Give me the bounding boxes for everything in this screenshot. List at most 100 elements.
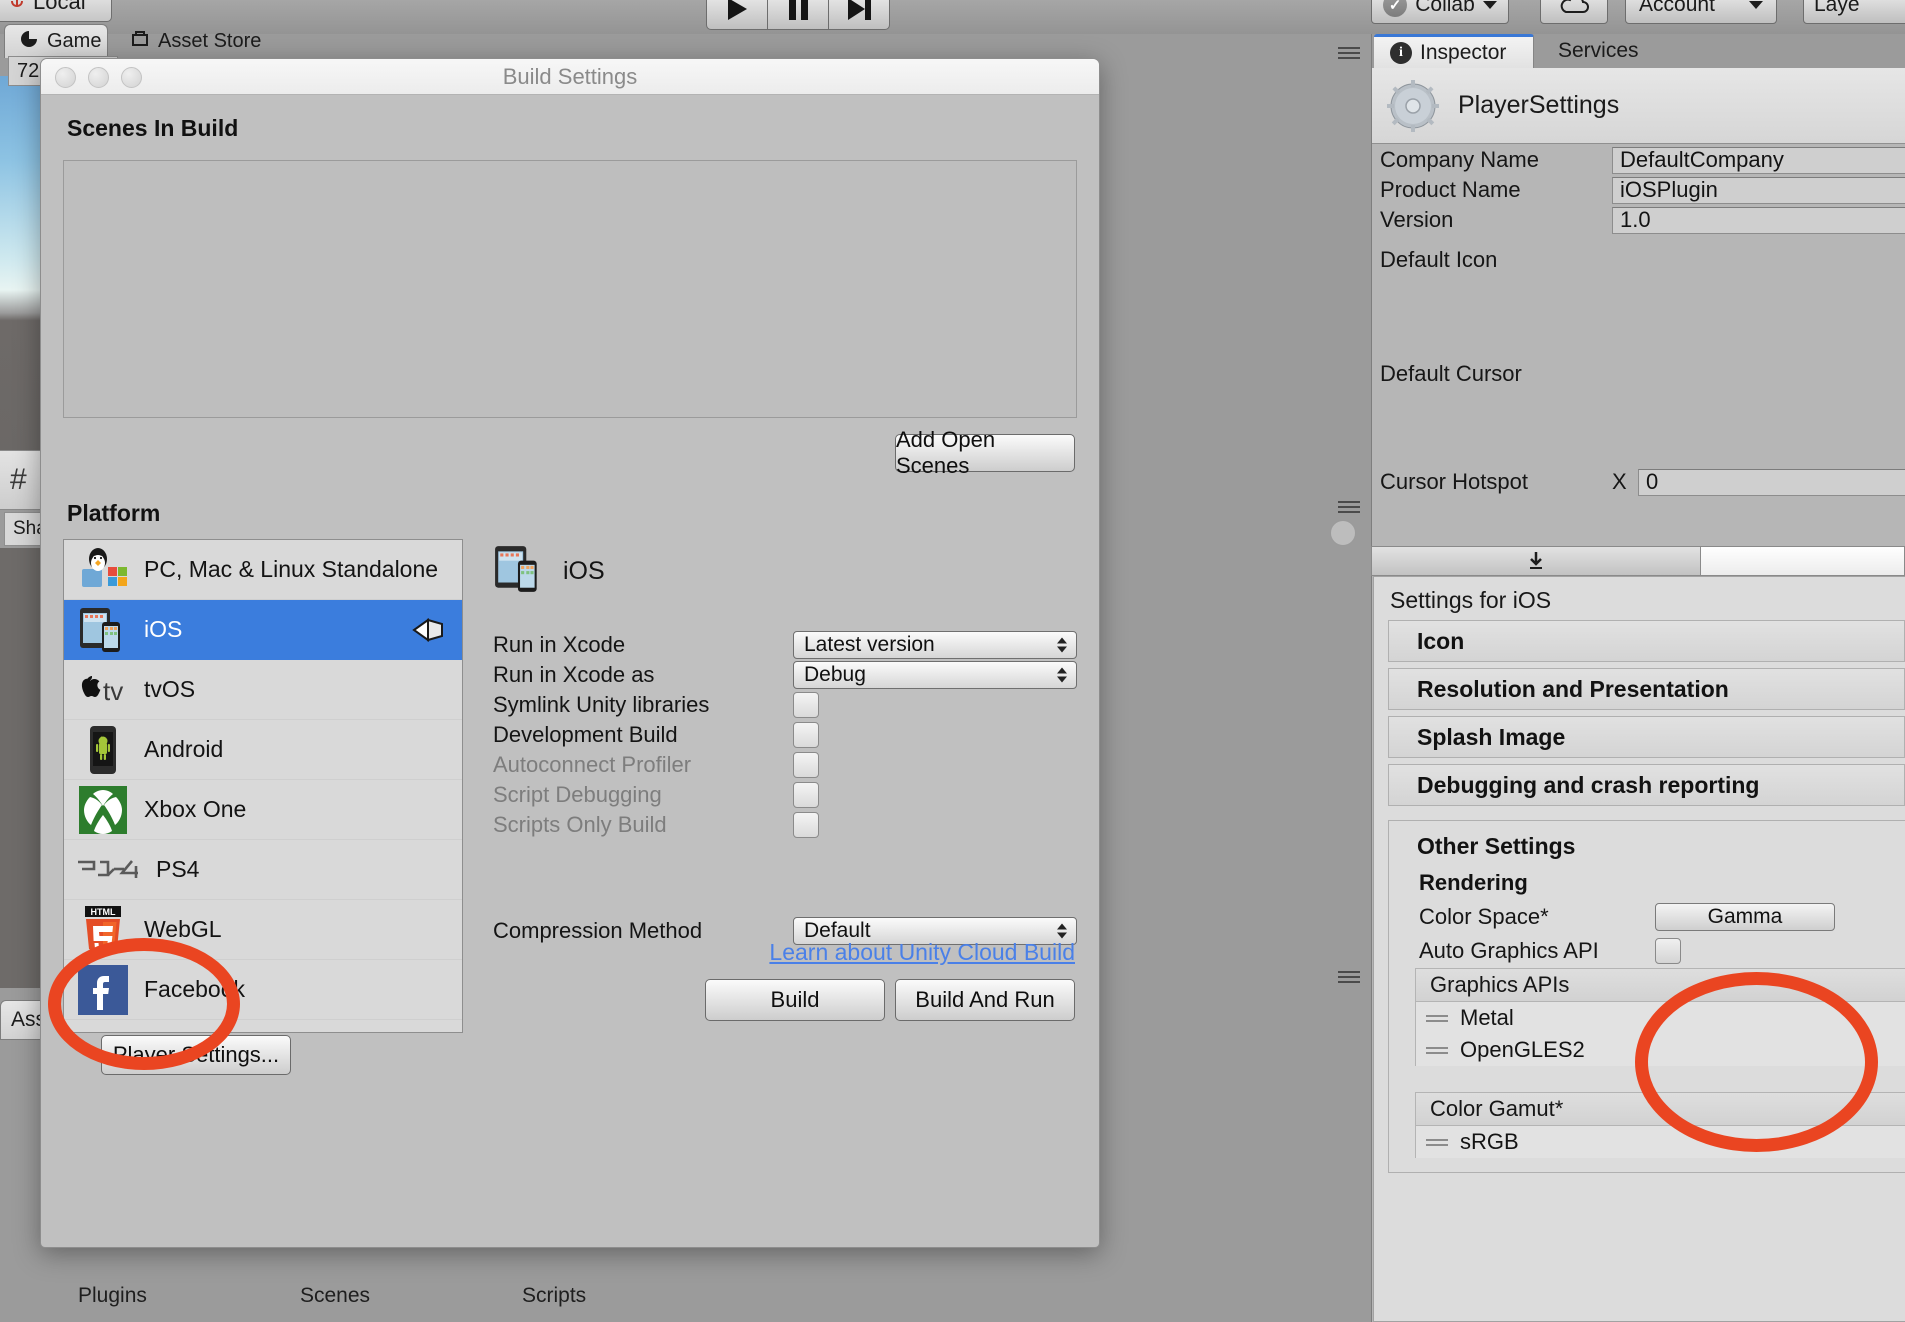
section-resolution-and-presentation[interactable]: Resolution and Presentation	[1388, 668, 1905, 710]
run-in-xcode-dropdown[interactable]: Latest version	[793, 631, 1077, 659]
run-in-xcode-label: Run in Xcode	[493, 632, 626, 657]
tvos-icon: tv	[76, 665, 130, 715]
panel-menu-icon-1[interactable]	[1338, 44, 1360, 60]
property-row-product-name: Product Name iOSPlugin	[1372, 175, 1905, 205]
section-resolution-label: Resolution and Presentation	[1417, 675, 1729, 702]
cloud-button[interactable]	[1540, 0, 1608, 24]
unity-cloud-build-link[interactable]: Learn about Unity Cloud Build	[769, 939, 1099, 966]
tab-inspector[interactable]: i Inspector	[1374, 34, 1534, 68]
auto-graphics-api-checkbox[interactable]	[1655, 938, 1681, 964]
tab-services[interactable]: Services	[1542, 34, 1655, 68]
pause-button[interactable]	[767, 0, 829, 30]
color-gamut-label: sRGB	[1460, 1129, 1519, 1154]
symlink-unity-libraries-checkbox[interactable]	[793, 692, 819, 718]
column-scenes: Scenes	[300, 1284, 371, 1307]
add-open-scenes-button[interactable]: Add Open Scenes	[895, 427, 1075, 478]
section-debugging-and-crash-reporting[interactable]: Debugging and crash reporting	[1388, 764, 1905, 806]
minimize-icon[interactable]	[88, 67, 109, 88]
inspector-title: PlayerSettings	[1458, 91, 1620, 119]
tab-asset-store[interactable]: Asset Store	[116, 24, 275, 58]
script-debugging-checkbox	[793, 782, 819, 808]
window-title: Build Settings	[502, 63, 638, 89]
platform-name: PS4	[156, 856, 200, 882]
build-button[interactable]: Build	[705, 979, 885, 1021]
anchor-icon	[7, 0, 27, 15]
panel-resize-handle[interactable]	[1330, 520, 1356, 546]
cursor-hotspot-x-field[interactable]: 0	[1638, 468, 1905, 496]
player-settings-button[interactable]: Player Settings...	[101, 1035, 291, 1075]
build-settings-window: Build Settings Scenes In Build Add Open …	[40, 58, 1100, 1248]
unity-toolbar	[0, 0, 1905, 34]
game-pacman-icon	[19, 29, 39, 55]
section-splash-image[interactable]: Splash Image	[1388, 716, 1905, 758]
collab-button[interactable]: ✓ Collab	[1371, 0, 1509, 24]
account-button[interactable]: Account	[1625, 0, 1777, 24]
inspector-properties: Company Name DefaultCompany Product Name…	[1372, 145, 1905, 497]
drag-handle-icon[interactable]	[1426, 1012, 1448, 1025]
ios-icon	[493, 543, 545, 600]
unity-cloud-build-link-text: Learn about Unity Cloud Build	[769, 939, 1075, 965]
platform-row-tvos[interactable]: tv tvOS	[64, 660, 462, 720]
platform-row-pc-mac-linux[interactable]: PC, Mac & Linux Standalone	[64, 540, 462, 600]
webgl-html5-icon: HTML	[76, 905, 130, 955]
default-icon-label: Default Icon	[1380, 247, 1498, 272]
maximize-icon[interactable]	[121, 67, 142, 88]
platform-settings-tabbar	[1371, 546, 1905, 576]
platform-row-android[interactable]: Android	[64, 720, 462, 780]
platform-name: Xbox One	[144, 796, 247, 822]
scenes-in-build-list[interactable]	[63, 160, 1077, 418]
scenes-in-build-label: Scenes In Build	[67, 115, 239, 141]
panel-menu-icon-3[interactable]	[1338, 968, 1360, 984]
play-button[interactable]	[706, 0, 768, 30]
section-icon-label: Icon	[1417, 627, 1465, 654]
version-label: Version	[1380, 207, 1454, 232]
version-field[interactable]: 1.0	[1612, 206, 1905, 234]
compression-method-label: Compression Method	[493, 918, 703, 943]
tab-game-label: Game	[47, 30, 102, 52]
list-item[interactable]: OpenGLES2	[1415, 1034, 1905, 1066]
run-in-xcode-value: Latest version	[804, 633, 935, 656]
section-icon[interactable]: Icon	[1388, 620, 1905, 662]
settings-platform-tab[interactable]	[1701, 546, 1905, 576]
local-pivot-button[interactable]: Local	[0, 0, 112, 22]
unity-selected-platform-icon	[412, 615, 446, 645]
development-build-label: Development Build	[493, 722, 678, 747]
list-item[interactable]: sRGB	[1415, 1126, 1905, 1158]
drag-handle-icon[interactable]	[1426, 1136, 1448, 1149]
panel-menu-icon-2[interactable]	[1338, 498, 1360, 514]
row-color-space: Color Space* Gamma	[1389, 900, 1905, 934]
platform-row-ps4[interactable]: PS4	[64, 840, 462, 900]
svg-text:HTML: HTML	[91, 907, 116, 917]
platform-row-webgl[interactable]: HTML WebGL	[64, 900, 462, 960]
tab-asset-store-label: Asset Store	[158, 29, 262, 52]
player-settings-label: Player Settings...	[112, 1042, 280, 1067]
build-and-run-button[interactable]: Build And Run	[895, 979, 1075, 1021]
layers-button[interactable]: Laye	[1803, 0, 1905, 24]
xbox-one-icon	[76, 785, 130, 835]
company-name-field[interactable]: DefaultCompany	[1612, 146, 1905, 174]
download-platform-tab[interactable]	[1371, 546, 1701, 576]
tab-game[interactable]: Game	[4, 24, 108, 58]
list-item[interactable]: Metal	[1415, 1002, 1905, 1034]
step-button[interactable]	[828, 0, 890, 30]
product-name-field[interactable]: iOSPlugin	[1612, 176, 1905, 204]
platform-row-ios[interactable]: iOS	[64, 600, 462, 660]
platform-row-xbox-one[interactable]: Xbox One	[64, 780, 462, 840]
platform-name: Android	[144, 736, 224, 762]
account-label: Account	[1639, 0, 1715, 16]
add-open-scenes-label: Add Open Scenes	[896, 427, 996, 478]
layers-label: Laye	[1814, 0, 1860, 16]
other-settings-title: Other Settings	[1417, 833, 1576, 859]
graphics-api-label: Metal	[1460, 1005, 1514, 1030]
run-in-xcode-as-dropdown[interactable]: Debug	[793, 661, 1077, 689]
run-in-xcode-as-label: Run in Xcode as	[493, 662, 655, 687]
platform-list[interactable]: PC, Mac & Linux Standalone iOS tv tvOS A…	[63, 539, 463, 1033]
selected-platform-name: iOS	[563, 557, 605, 585]
close-icon[interactable]	[55, 67, 76, 88]
drag-handle-icon[interactable]	[1426, 1044, 1448, 1057]
column-plugins: Plugins	[78, 1284, 147, 1307]
development-build-checkbox[interactable]	[793, 722, 819, 748]
platform-row-facebook[interactable]: Facebook	[64, 960, 462, 1020]
color-space-dropdown[interactable]: Gamma	[1655, 903, 1835, 931]
section-splash-label: Splash Image	[1417, 723, 1566, 750]
